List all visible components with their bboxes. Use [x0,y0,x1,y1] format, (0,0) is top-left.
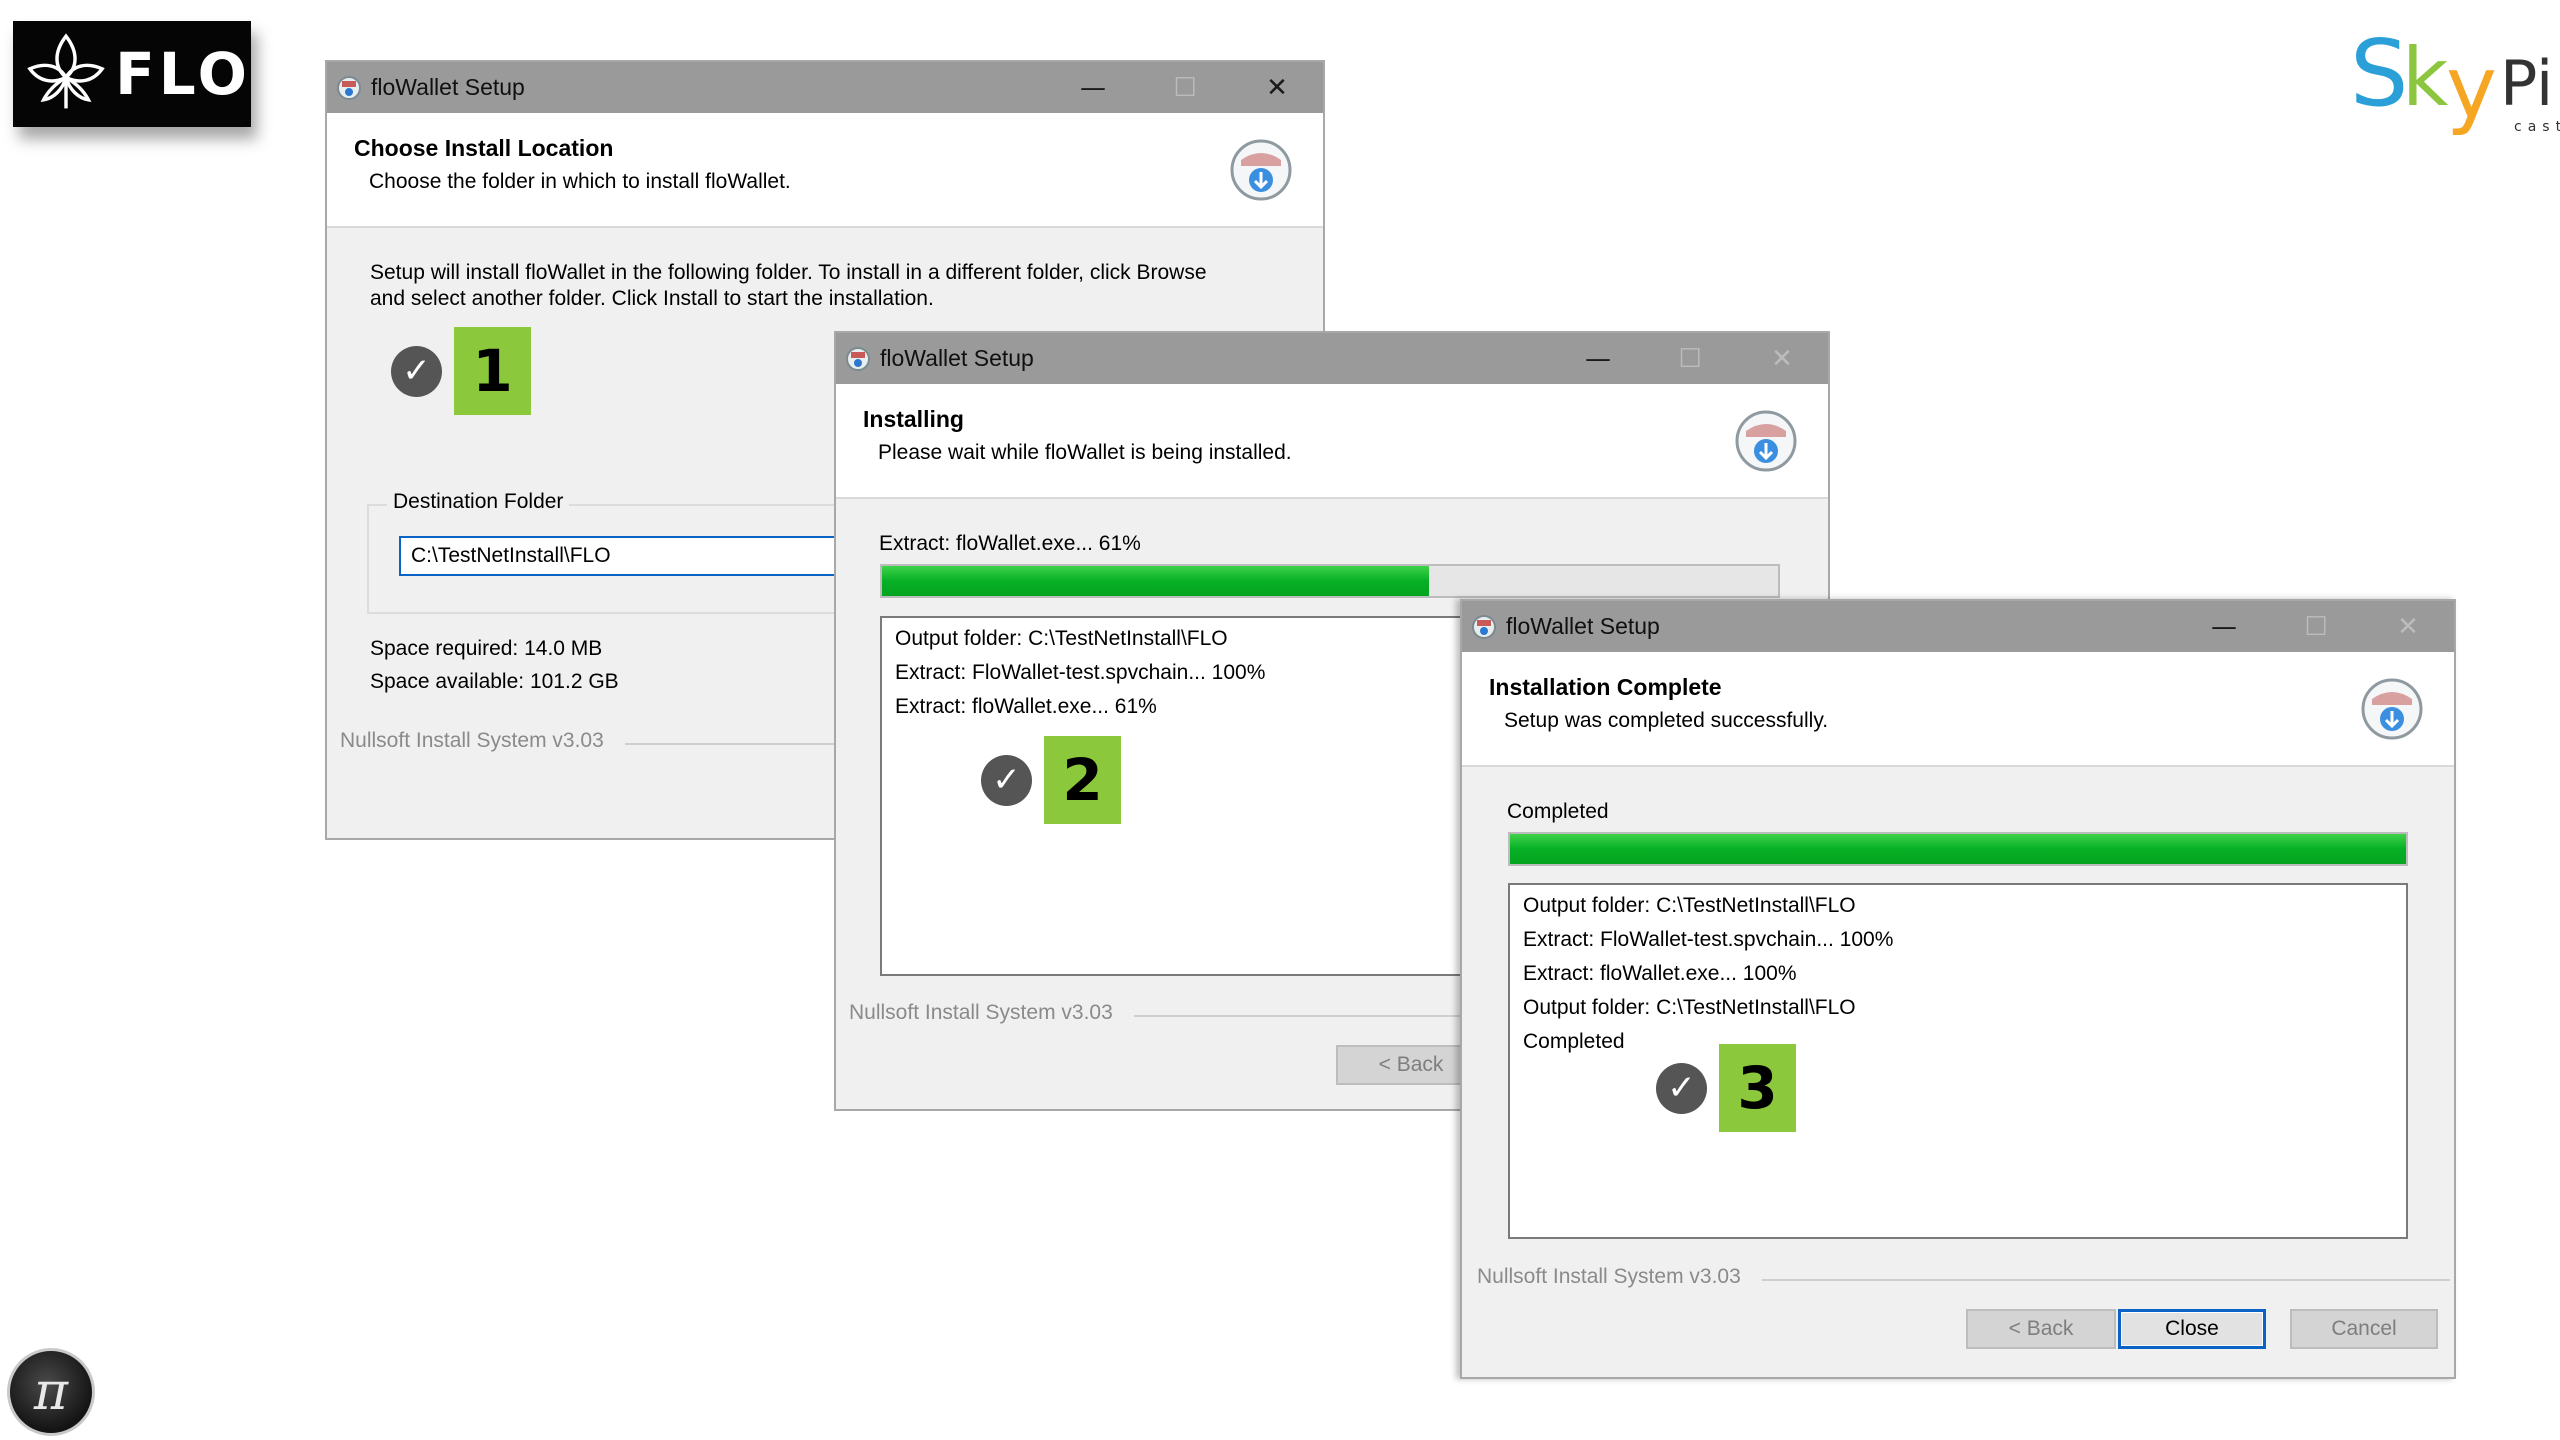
window-title: floWallet Setup [371,74,525,100]
avatar: π [7,1348,95,1436]
footer-branding: Nullsoft Install System v3.03 [1477,1265,1741,1288]
installer-icon [337,75,361,100]
window-title: floWallet Setup [1506,613,1660,639]
log-line: Extract: FloWallet-test.spvchain... 100% [895,661,1266,684]
progress-fill [882,566,1429,596]
page-title: Installation Complete [1489,674,1722,700]
close-icon[interactable]: ✕ [1231,62,1323,113]
destination-folder-label: Destination Folder [387,490,570,514]
page-title: Choose Install Location [354,135,614,161]
dialog-header: Choose Install Location Choose the folde… [327,113,1323,228]
titlebar: floWallet Setup — ☐ ✕ [1462,601,2454,652]
skypi-logo: S k y Pi cast [2350,5,2560,165]
install-status: Extract: floWallet.exe... 61% [879,532,1141,555]
log-line: Output folder: C:\TestNetInstall\FLO [1523,996,1856,1019]
check-circle-icon: ✓ [1656,1062,1707,1114]
skypi-logo-subtext: cast [2514,119,2560,135]
page-subtitle: Please wait while floWallet is being ins… [878,441,1292,464]
titlebar: floWallet Setup — ☐ ✕ [836,333,1828,384]
back-button[interactable]: < Back [1966,1309,2116,1349]
installer-icon [2361,678,2423,740]
installer-icon [1735,410,1797,472]
maximize-icon[interactable]: ☐ [1139,62,1231,113]
log-line: Output folder: C:\TestNetInstall\FLO [895,627,1228,650]
check-circle-icon: ✓ [981,754,1032,806]
minimize-icon[interactable]: — [1047,62,1139,113]
step-number: 3 [1719,1044,1796,1132]
installer-icon [1230,139,1292,201]
log-line: Completed [1523,1030,1625,1053]
log-line: Extract: FloWallet-test.spvchain... 100% [1523,928,1894,951]
space-available: Space available: 101.2 GB [370,670,619,693]
dialog-installation-complete: floWallet Setup — ☐ ✕ Installation Compl… [1460,599,2456,1379]
installer-icon [846,346,870,371]
check-circle-icon: ✓ [391,345,442,397]
install-log[interactable]: Output folder: C:\TestNetInstall\FLO Ext… [880,616,1480,976]
skypi-logo-k: k [2402,31,2449,124]
close-icon[interactable]: ✕ [2362,601,2454,652]
flo-logo-text: FLO [115,40,251,108]
window-title: floWallet Setup [880,345,1034,371]
maximize-icon[interactable]: ☐ [1644,333,1736,384]
step-badge-3: ✓ 3 [1656,1044,1796,1132]
page-subtitle: Choose the folder in which to install fl… [369,170,791,193]
step-badge-1: ✓ 1 [391,327,531,415]
install-progress-bar [880,564,1780,598]
space-required: Space required: 14.0 MB [370,637,603,660]
step-number: 1 [454,327,531,415]
maximize-icon[interactable]: ☐ [2270,601,2362,652]
log-line: Output folder: C:\TestNetInstall\FLO [1523,894,1856,917]
dialog-header: Installing Please wait while floWallet i… [836,384,1828,499]
install-log[interactable]: Output folder: C:\TestNetInstall\FLO Ext… [1508,883,2408,1239]
dialog-header: Installation Complete Setup was complete… [1462,652,2454,767]
close-icon[interactable]: ✕ [1736,333,1828,384]
skypi-logo-y: y [2446,38,2497,138]
skypi-logo-s: S [2350,20,2408,127]
skypi-logo-pi: Pi [2500,47,2553,120]
page-title: Installing [863,406,964,432]
cancel-button[interactable]: Cancel [2290,1309,2438,1349]
step-badge-2: ✓ 2 [981,736,1121,824]
minimize-icon[interactable]: — [1552,333,1644,384]
flo-logo: FLO [13,21,251,127]
close-button[interactable]: Close [2118,1309,2266,1349]
progress-fill [1510,834,2406,864]
footer-branding: Nullsoft Install System v3.03 [849,1001,1113,1024]
log-line: Extract: floWallet.exe... 61% [895,695,1157,718]
install-status: Completed [1507,800,1609,823]
install-progress-bar [1508,832,2408,866]
minimize-icon[interactable]: — [2178,601,2270,652]
destination-folder-input[interactable] [399,536,839,576]
instructions-line-1: Setup will install floWallet in the foll… [370,261,1207,284]
avatar-glyph: π [33,1362,69,1422]
installer-icon [1472,614,1496,639]
footer-divider [1762,1279,2450,1281]
footer-branding: Nullsoft Install System v3.03 [340,729,604,752]
titlebar: floWallet Setup — ☐ ✕ [327,62,1323,113]
flo-leaf-icon [13,21,119,127]
instructions-line-2: and select another folder. Click Install… [370,287,934,310]
log-line: Extract: floWallet.exe... 100% [1523,962,1797,985]
step-number: 2 [1044,736,1121,824]
page-subtitle: Setup was completed successfully. [1504,709,1829,732]
